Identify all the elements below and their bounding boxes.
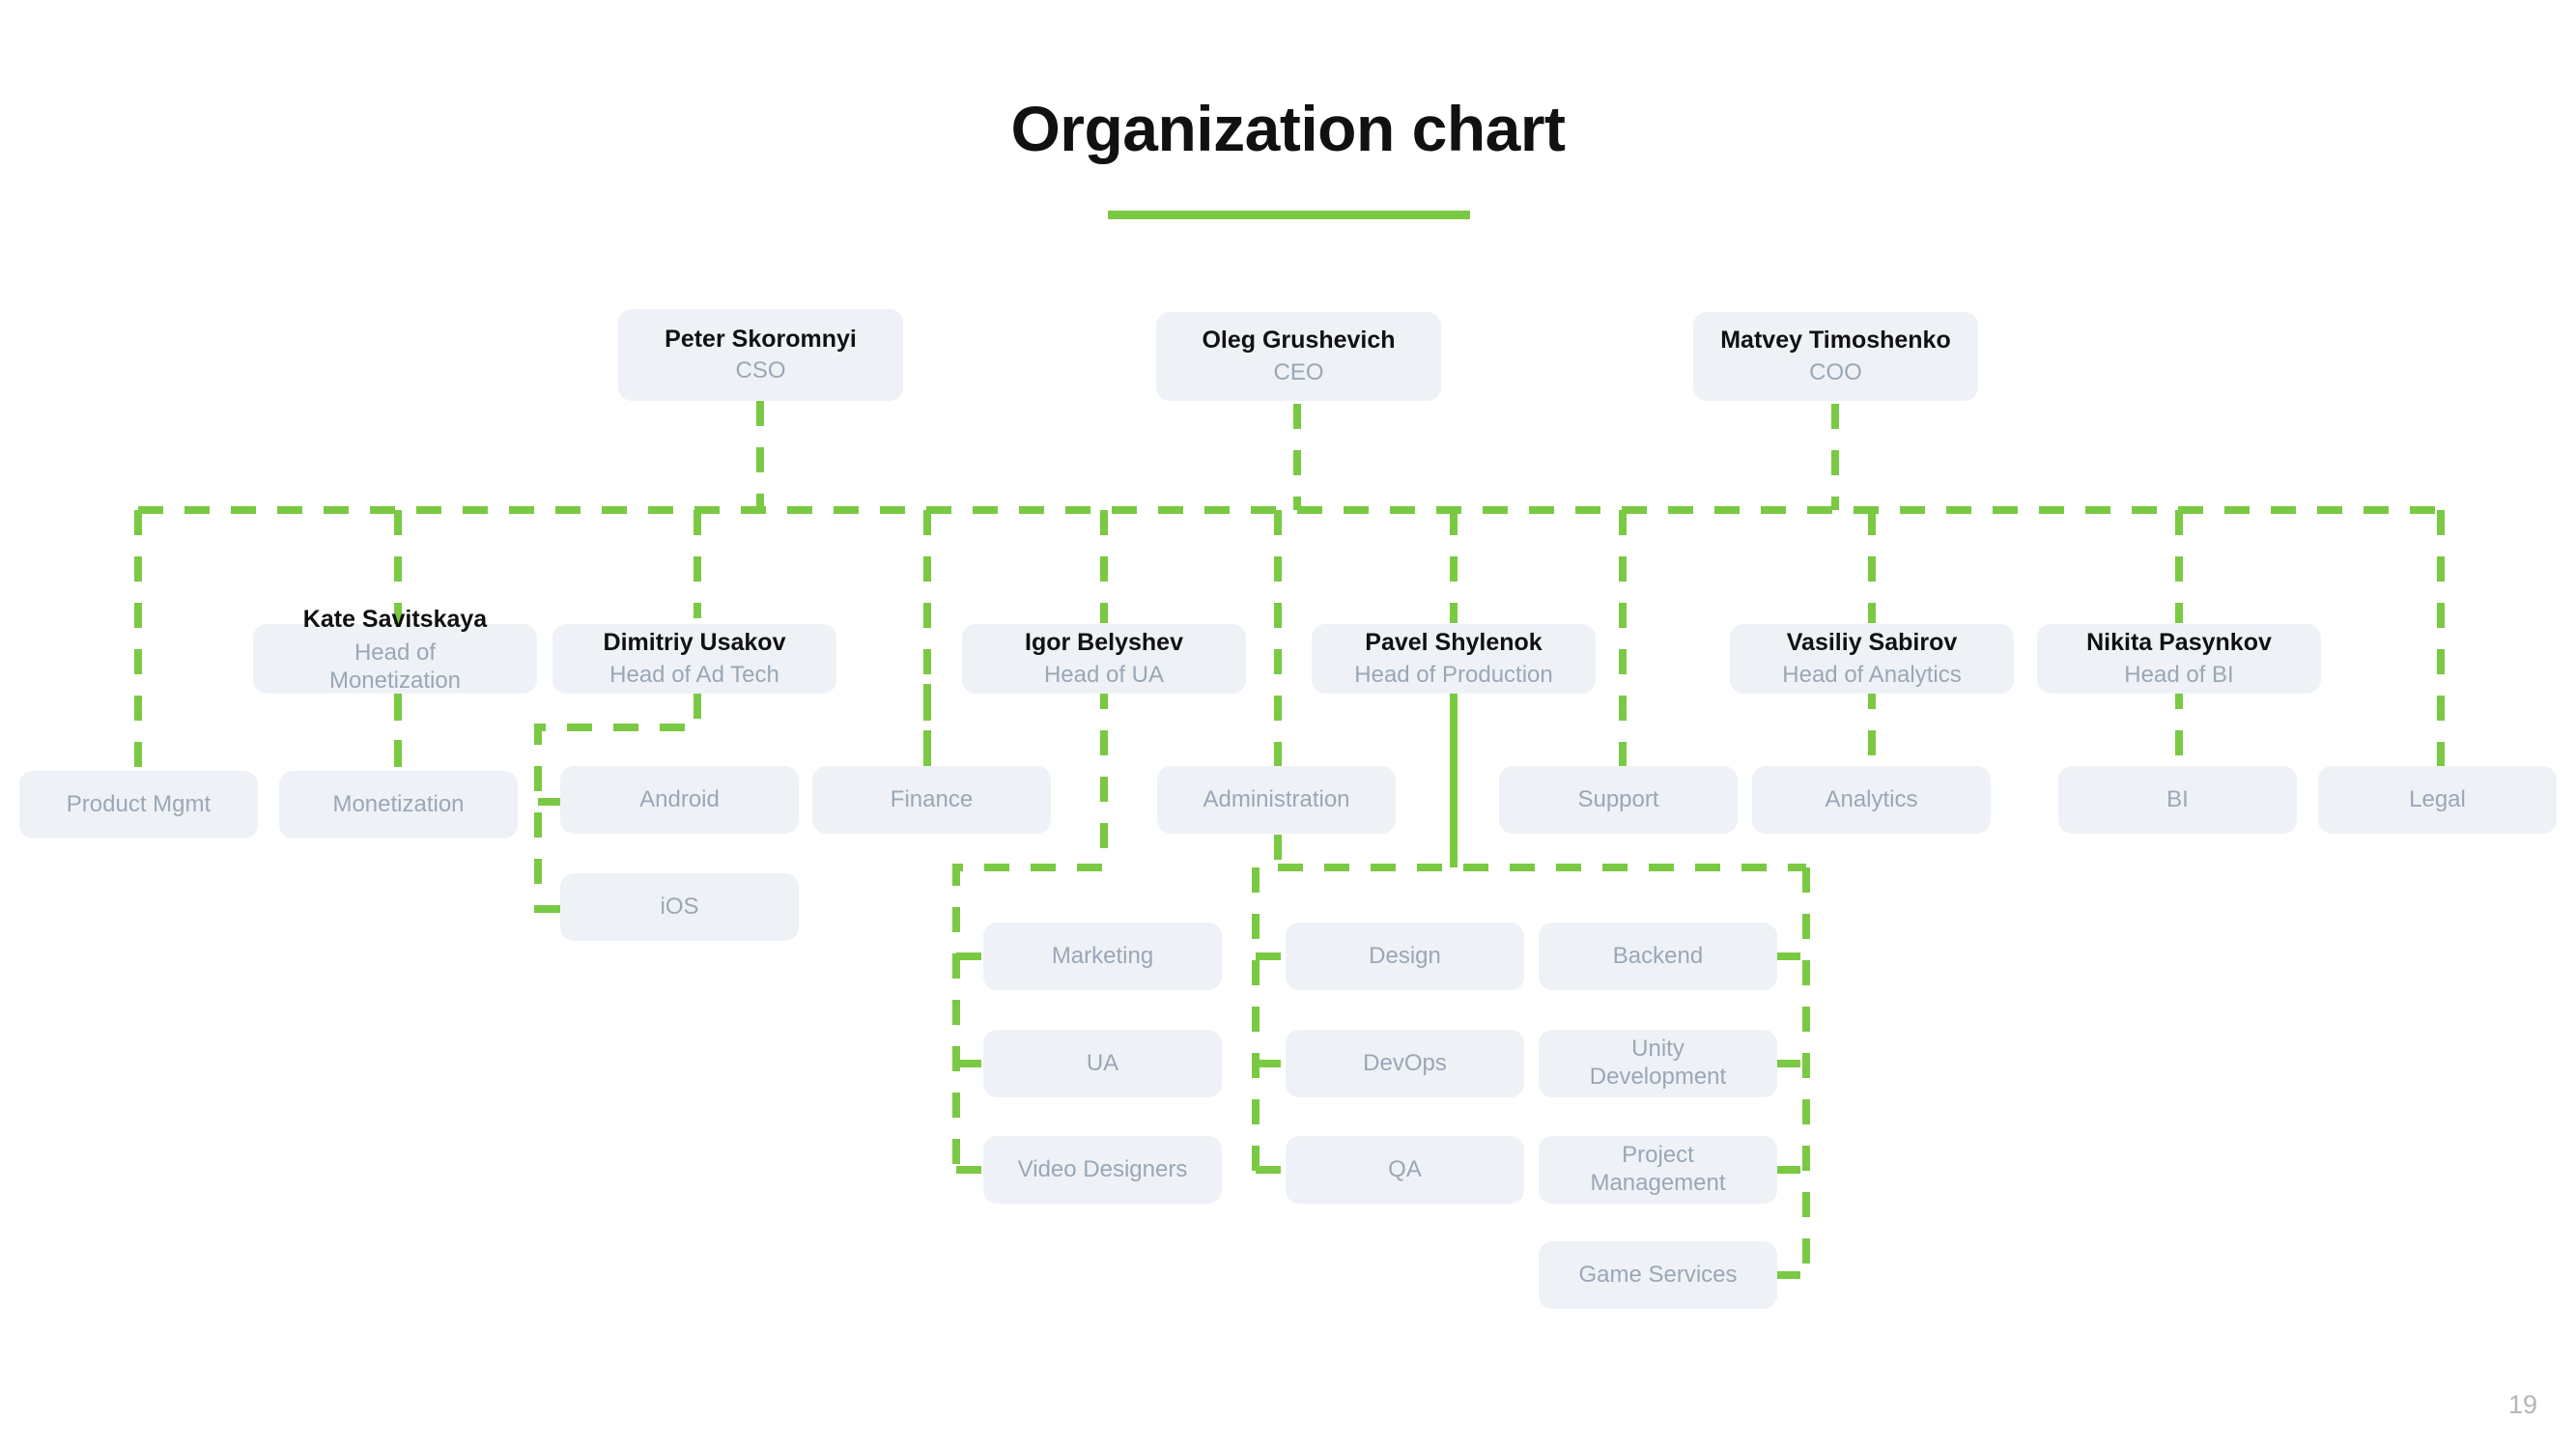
dept-label: Administration <box>1203 785 1350 812</box>
head-name: Igor Belyshev <box>1025 629 1183 657</box>
dept-label: BI <box>2166 785 2189 812</box>
team-label: Marketing <box>1051 942 1154 969</box>
dept-label: Finance <box>890 785 974 812</box>
head-name: Vasiliy Sabirov <box>1786 629 1958 657</box>
head-role: Head of BI <box>2124 661 2234 688</box>
head-role: Head of Production <box>1354 661 1553 688</box>
node-dept-analytics[interactable]: Analytics <box>1752 766 1991 834</box>
org-chart-slide: Organization chart Peter Skoromnyi CSO O… <box>0 0 2576 1449</box>
team-label: QA <box>1388 1155 1422 1182</box>
node-executive-cso[interactable]: Peter Skoromnyi CSO <box>618 309 903 401</box>
node-dept-legal[interactable]: Legal <box>2318 766 2557 834</box>
team-label: Unity Development <box>1589 1036 1727 1090</box>
node-dept-finance[interactable]: Finance <box>812 766 1051 834</box>
node-executive-ceo[interactable]: Oleg Grushevich CEO <box>1156 312 1441 401</box>
head-role: Head of UA <box>1043 661 1165 688</box>
executive-role: COO <box>1809 358 1862 385</box>
node-team-devops[interactable]: DevOps <box>1286 1030 1524 1097</box>
head-name: Dimitriy Usakov <box>603 629 786 657</box>
node-head-ad-tech[interactable]: Dimitriy Usakov Head of Ad Tech <box>552 624 836 694</box>
team-label: Design <box>1369 942 1441 969</box>
head-role: Head of Ad Tech <box>609 661 779 688</box>
node-team-marketing[interactable]: Marketing <box>983 923 1222 990</box>
dept-label: Support <box>1577 785 1659 812</box>
team-label: Project Management <box>1590 1142 1726 1196</box>
executive-name: Peter Skoromnyi <box>665 325 857 353</box>
executive-role: CEO <box>1273 358 1324 385</box>
node-dept-bi[interactable]: BI <box>2058 766 2297 834</box>
node-team-project-management[interactable]: Project Management <box>1539 1136 1777 1204</box>
head-role: Head of Monetization <box>328 639 462 694</box>
head-name: Pavel Shylenok <box>1365 629 1543 657</box>
executive-role: CSO <box>735 357 786 384</box>
node-head-monetization[interactable]: Kate Savitskaya Head of Monetization <box>253 606 537 694</box>
team-label: Backend <box>1612 942 1704 969</box>
head-role: Head of Analytics <box>1782 661 1962 688</box>
executive-name: Matvey Timoshenko <box>1720 327 1951 355</box>
node-dept-product-mgmt[interactable]: Product Mgmt <box>19 771 258 838</box>
node-head-bi[interactable]: Nikita Pasynkov Head of BI <box>2037 624 2321 694</box>
node-team-unity-development[interactable]: Unity Development <box>1539 1030 1777 1097</box>
node-team-video-designers[interactable]: Video Designers <box>983 1136 1222 1204</box>
node-team-backend[interactable]: Backend <box>1539 923 1777 990</box>
node-head-production[interactable]: Pavel Shylenok Head of Production <box>1312 624 1596 694</box>
node-dept-android[interactable]: Android <box>560 766 799 834</box>
team-label: DevOps <box>1363 1049 1447 1076</box>
node-dept-administration[interactable]: Administration <box>1157 766 1396 834</box>
node-team-game-services[interactable]: Game Services <box>1539 1241 1777 1309</box>
node-team-design[interactable]: Design <box>1286 923 1524 990</box>
node-head-analytics[interactable]: Vasiliy Sabirov Head of Analytics <box>1730 624 2014 694</box>
node-head-ua[interactable]: Igor Belyshev Head of UA <box>962 624 1246 694</box>
node-dept-ios[interactable]: iOS <box>560 873 799 941</box>
executive-name: Oleg Grushevich <box>1202 327 1396 355</box>
page-number: 19 <box>2507 1390 2537 1419</box>
dept-label: Android <box>639 785 720 812</box>
node-executive-coo[interactable]: Matvey Timoshenko COO <box>1693 312 1978 401</box>
node-team-qa[interactable]: QA <box>1286 1136 1524 1204</box>
head-name: Nikita Pasynkov <box>2086 629 2272 657</box>
node-dept-monetization[interactable]: Monetization <box>279 771 518 838</box>
team-label: Game Services <box>1578 1261 1738 1288</box>
dept-label: iOS <box>660 893 699 920</box>
connector-lines <box>134 401 2445 1279</box>
dept-label: Analytics <box>1825 785 1918 812</box>
node-team-ua[interactable]: UA <box>983 1030 1222 1097</box>
node-dept-support[interactable]: Support <box>1499 766 1738 834</box>
dept-label: Monetization <box>332 790 465 817</box>
head-name: Kate Savitskaya <box>302 605 488 633</box>
team-label: UA <box>1086 1049 1119 1076</box>
team-label: Video Designers <box>1017 1155 1188 1182</box>
dept-label: Legal <box>2409 785 2466 812</box>
dept-label: Product Mgmt <box>66 790 212 817</box>
